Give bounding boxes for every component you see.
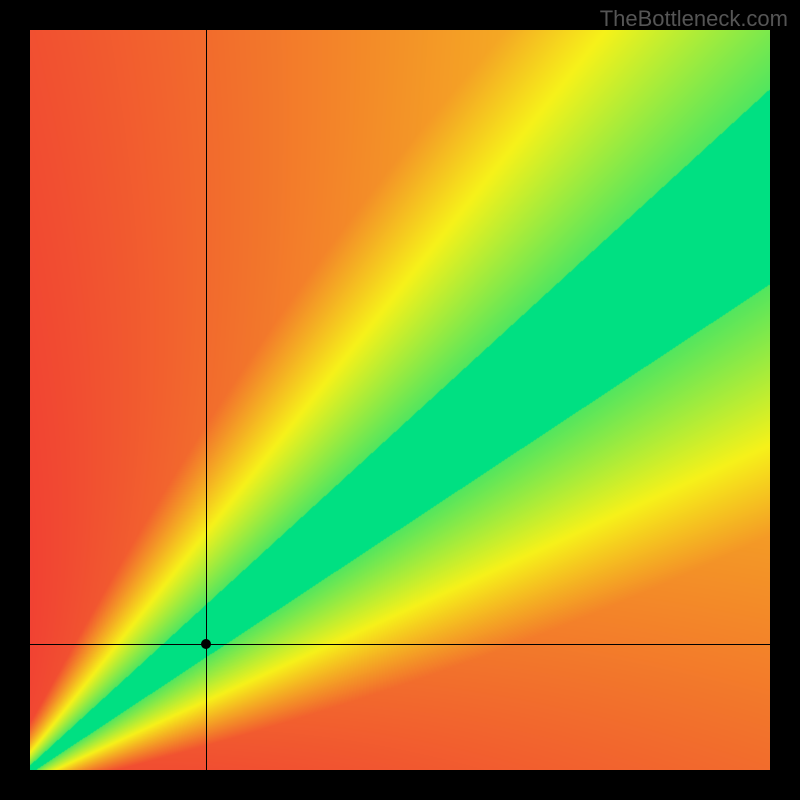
heatmap-canvas bbox=[30, 30, 770, 770]
chart-frame: TheBottleneck.com bbox=[0, 0, 800, 800]
crosshair-vertical bbox=[206, 30, 207, 770]
data-point-marker bbox=[201, 639, 211, 649]
crosshair-horizontal bbox=[30, 644, 770, 645]
watermark-text: TheBottleneck.com bbox=[600, 6, 788, 32]
plot-area bbox=[30, 30, 770, 770]
